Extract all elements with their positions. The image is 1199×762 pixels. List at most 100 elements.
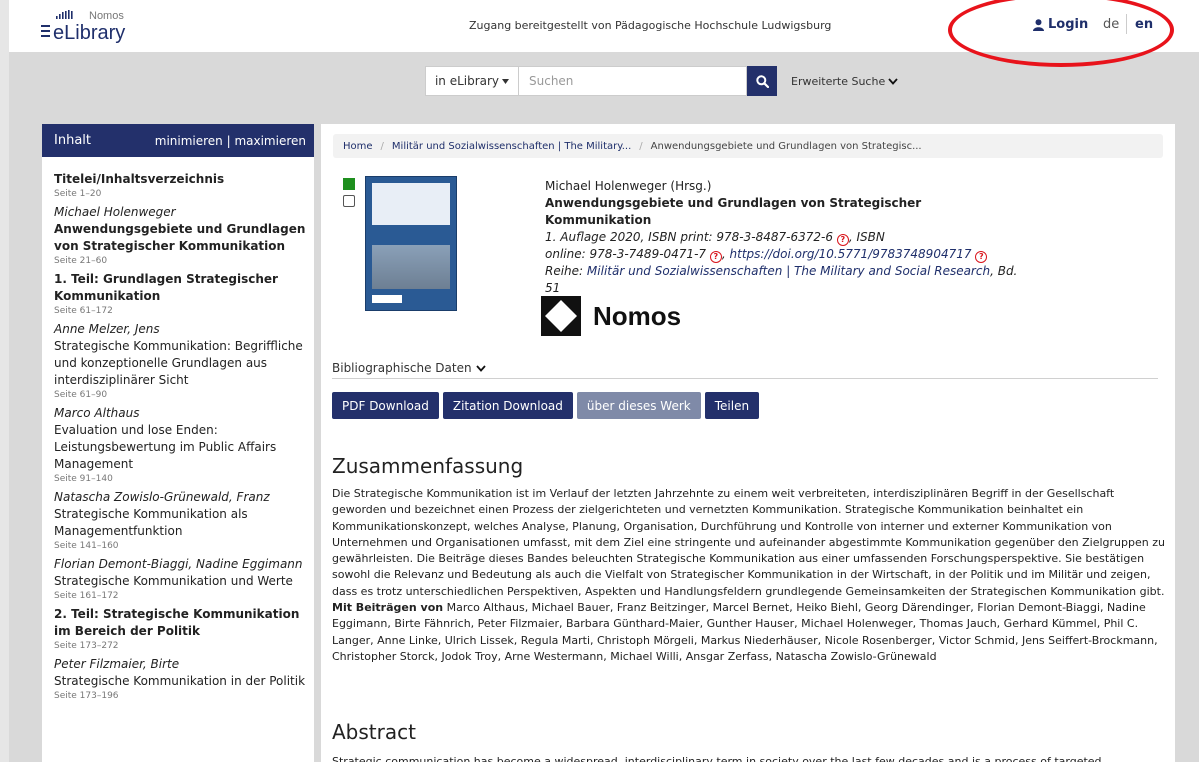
toc-entry-pages: Seite 161–172 [54,591,119,601]
highlight-circle [948,0,1174,67]
availability-indicator [343,178,355,190]
book-edition: 1. Auflage 2020, ISBN print: 978-3-8487-… [545,230,833,244]
toc-entry-author: Michael Holenweger [54,205,176,219]
nomos-logo-icon [541,296,581,336]
abstract-text: Strategic communication has become a wid… [332,755,1102,762]
toc-entry-author: Florian Demont-Biaggi, Nadine Eggimann [54,557,303,571]
publisher-name: Nomos [593,300,682,331]
advanced-search-label: Erweiterte Suche [791,75,886,88]
toc-entry[interactable]: 2. Teil: Strategische Kommunikation im B… [54,606,308,652]
toc-entry-title[interactable]: Evaluation und lose Enden: Leistungsbewe… [54,422,308,473]
help-icon[interactable]: ? [975,251,988,263]
toc-entry-author: Peter Filzmaier, Birte [54,657,180,671]
contributors-list: Marco Althaus, Michael Bauer, Franz Beit… [332,601,1158,663]
toc-entry-author: Natascha Zowislo-Grünewald, Franz [54,490,270,504]
toc-entry-pages: Seite 61–172 [54,306,113,316]
search-input[interactable]: Suchen [519,66,747,96]
help-icon[interactable]: ? [709,251,722,263]
search-scope-label: in eLibrary [434,74,500,88]
toc-header: Inhalt minimieren | maximieren [42,124,314,157]
share-button[interactable]: Teilen [704,392,760,419]
chevron-down-icon [888,78,898,85]
toc-title: Inhalt [54,133,91,148]
toc-entry[interactable]: Natascha Zowislo-Grünewald, Franz Strateg… [54,489,308,552]
citation-download-button[interactable]: Zitation Download [442,392,573,419]
search-scope-dropdown[interactable]: in eLibrary [425,66,519,96]
page: Nomos eLibrary Zugang bereitgestellt von… [9,0,1199,762]
toc-entry[interactable]: Florian Demont-Biaggi, Nadine Eggimann St… [54,556,308,602]
toc-entry-title[interactable]: Strategische Kommunikation in der Politi… [54,673,308,690]
toc-entry-title[interactable]: Anwendungsgebiete und Grundlagen von Str… [54,221,308,255]
book-isbn-online: online: 978-3-7489-0471-7 [545,247,707,261]
toc-entry-pages: Seite 61–90 [54,390,108,400]
cover-title-area [372,183,450,225]
toc-entry-title[interactable]: Strategische Kommunikation als Managemen… [54,506,308,540]
caret-down-icon [502,78,510,84]
toc-entry-title[interactable]: 1. Teil: Grundlagen Strategischer Kommun… [54,271,308,305]
chevron-down-icon [475,364,486,372]
access-note: Zugang bereitgestellt von Pädagogische H… [469,19,832,32]
elibrary-logo[interactable]: Nomos eLibrary [39,9,189,45]
pdf-download-button[interactable]: PDF Download [332,392,439,419]
publisher-logo: Nomos [541,296,681,336]
breadcrumb-separator: / [639,140,643,152]
toc-entry[interactable]: Marco Althaus Evaluation und lose Enden: … [54,405,308,485]
breadcrumb-home[interactable]: Home [343,141,373,152]
breadcrumb-current: Anwendungsgebiete und Grundlagen von Str… [650,140,922,152]
toc-entry-author: Anne Melzer, Jens [54,322,160,336]
help-icon[interactable]: ? [836,234,849,246]
toc-list: Titelei/Inhaltsverzeichnis Seite 1–20 Mich… [42,157,314,702]
toc-entry-title[interactable]: Strategische Kommunikation: Begriffliche… [54,338,308,389]
action-buttons: PDF Download Zitation Download über dies… [332,392,760,419]
logo-nomos-text: Nomos [89,10,124,22]
toc-entry-pages: Seite 173–196 [54,691,119,701]
main-content: Home / Militär und Sozialwissenschaften … [321,124,1175,762]
cover-publisher-mark [372,295,402,303]
about-work-button[interactable]: über dieses Werk [576,392,701,419]
breadcrumb-separator: / [380,140,384,152]
summary-text: Die Strategische Kommunikation ist im Ve… [332,486,1168,665]
summary-heading: Zusammenfassung [332,454,524,478]
toc-entry-pages: Seite 1–20 [54,189,102,199]
search-bar: in eLibrary Suchen [425,66,777,96]
breadcrumb-series[interactable]: Militär und Sozialwissenschaften | The M… [392,141,631,152]
doi-link[interactable]: https://doi.org/10.5771/9783748904717 [730,247,972,261]
window-edge [0,0,9,762]
toc-entry-title[interactable]: 2. Teil: Strategische Kommunikation im B… [54,606,308,640]
toc-entry-pages: Seite 21–60 [54,256,108,266]
book-edition-info: 1. Auflage 2020, ISBN print: 978-3-8487-… [545,230,1018,295]
select-checkbox[interactable] [343,195,355,207]
toc-entry[interactable]: Peter Filzmaier, Birte Strategische Kommu… [54,656,308,702]
toc-entry-title[interactable]: Titelei/Inhaltsverzeichnis [54,171,308,188]
contributors-label: Mit Beiträgen von [332,601,444,615]
toc-size-controls[interactable]: minimieren | maximieren [155,134,306,148]
logo-elibrary-text: eLibrary [53,22,126,44]
toc-entry-author: Marco Althaus [54,406,140,420]
toc-entry[interactable]: Titelei/Inhaltsverzeichnis Seite 1–20 [54,171,308,200]
bibliographic-data-toggle[interactable]: Bibliographische Daten [332,361,486,375]
breadcrumb: Home / Militär und Sozialwissenschaften … [333,134,1163,158]
toc-entry-pages: Seite 173–272 [54,641,119,651]
toc-entry-pages: Seite 141–160 [54,541,119,551]
isbn-label: ISBN [856,230,885,244]
series-label: Reihe: [545,264,584,278]
toc-entry[interactable]: 1. Teil: Grundlagen Strategischer Kommun… [54,271,308,317]
divider [332,378,1158,379]
toc-entry[interactable]: Michael Holenweger Anwendungsgebiete und … [54,204,308,267]
site-header: Nomos eLibrary Zugang bereitgestellt von… [9,0,1199,67]
search-button[interactable] [747,66,777,96]
book-cover[interactable] [365,176,457,311]
toc-entry[interactable]: Anne Melzer, Jens Strategische Kommunikat… [54,321,308,401]
toc-entry-pages: Seite 91–140 [54,474,113,484]
bib-data-label: Bibliographische Daten [332,361,472,375]
toc-sidebar: Inhalt minimieren | maximieren Titelei/I… [42,124,314,762]
advanced-search-link[interactable]: Erweiterte Suche [791,75,898,88]
book-editor: Michael Holenweger (Hrsg.) [545,179,712,193]
series-link[interactable]: Militär und Sozialwissenschaften | The M… [587,264,990,278]
summary-body: Die Strategische Kommunikation ist im Ve… [332,487,1165,598]
book-metadata: Michael Holenweger (Hrsg.) Anwendungsgeb… [545,178,1025,297]
book-title: Anwendungsgebiete und Grundlagen von Str… [545,196,922,227]
cover-photo [372,245,450,289]
search-icon [755,74,769,88]
toc-entry-title[interactable]: Strategische Kommunikation und Werte [54,573,308,590]
